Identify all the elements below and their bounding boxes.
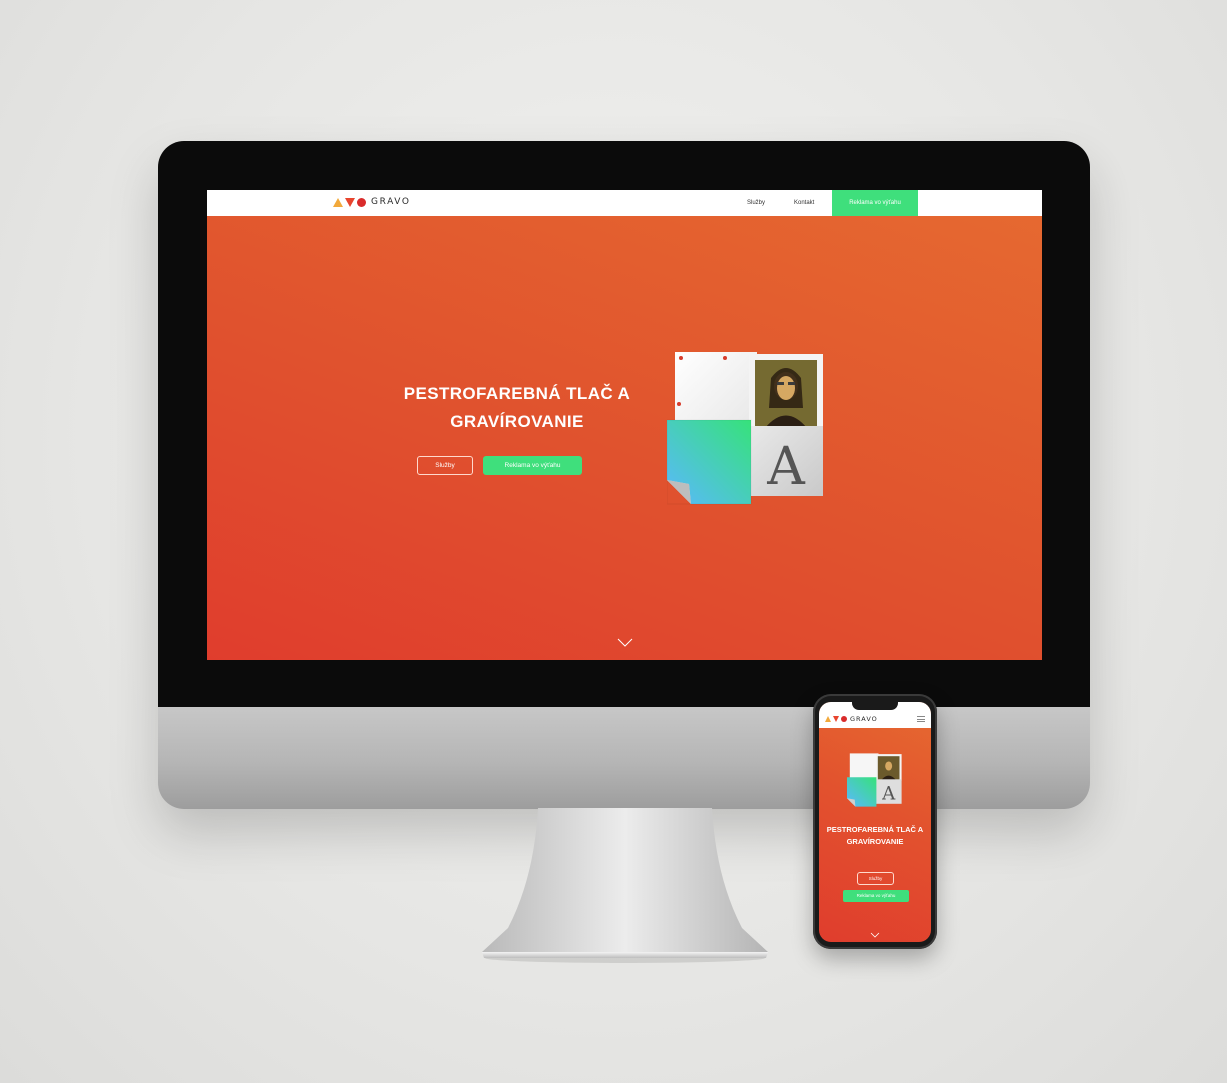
mobile-hero-illustration: A xyxy=(847,753,902,807)
logo-triangle-down-icon xyxy=(833,716,839,722)
scroll-down-chevron-icon[interactable] xyxy=(617,638,633,648)
logo-circle-icon xyxy=(357,197,366,207)
nav-elevator-ads-button[interactable]: Reklama vo výťahu xyxy=(832,190,918,216)
mobile-website: GRAVO A PESTROFAREBNÁ TLAČ A GRAVÍROVANI… xyxy=(819,702,931,942)
svg-text:A: A xyxy=(881,784,896,805)
svg-text:A: A xyxy=(766,437,806,497)
mobile-scroll-down-chevron-icon[interactable] xyxy=(870,932,880,938)
logo-wordmark-mobile: GRAVO xyxy=(850,715,878,723)
gravo-logo-mobile[interactable]: GRAVO xyxy=(825,715,878,723)
logo-triangle-down-icon xyxy=(345,197,355,207)
logo-triangle-up-icon xyxy=(333,197,343,207)
mobile-elevator-ads-button[interactable]: Reklama vo výťahu xyxy=(843,890,909,902)
desktop-website: GRAVO Služby Kontakt Reklama vo výťahu P… xyxy=(207,190,1042,660)
gravo-logo[interactable]: GRAVO xyxy=(333,197,411,207)
imac-chin xyxy=(158,707,1090,809)
logo-triangle-up-icon xyxy=(825,716,831,722)
hero-illustration: A xyxy=(667,352,823,505)
nav-link-contact[interactable]: Kontakt xyxy=(794,190,814,216)
logo-wordmark: GRAVO xyxy=(371,197,411,207)
phone-notch xyxy=(852,702,898,710)
hero-title: PESTROFAREBNÁ TLAČ A GRAVÍROVANIE xyxy=(403,384,631,431)
hero-elevator-ads-button[interactable]: Reklama vo výťahu xyxy=(483,456,582,475)
logo-circle-icon xyxy=(841,716,847,722)
hero-services-button[interactable]: Služby xyxy=(417,456,473,475)
imac-stand xyxy=(482,808,768,963)
mobile-hero-title: PESTROFAREBNÁ TLAČ A GRAVÍROVANIE xyxy=(826,825,924,846)
mockup-stage: GRAVO Služby Kontakt Reklama vo výťahu P… xyxy=(0,0,1227,1083)
nav-link-services[interactable]: Služby xyxy=(747,190,765,216)
top-navbar: GRAVO Služby Kontakt Reklama vo výťahu xyxy=(207,190,1042,216)
mobile-services-button[interactable]: Služby xyxy=(857,872,894,885)
hamburger-menu-icon[interactable] xyxy=(917,716,925,722)
